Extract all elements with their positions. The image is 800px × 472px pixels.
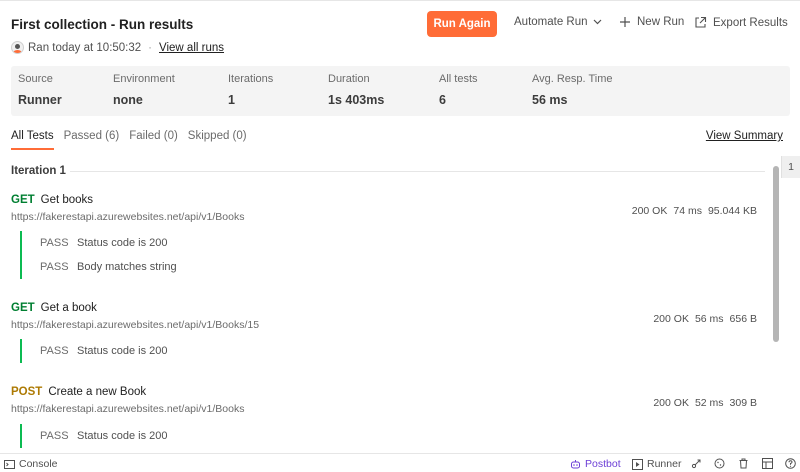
view-all-runs-link[interactable]: View all runs [159,42,224,54]
test-name: Body matches string [77,261,177,273]
iteration-divider [70,171,765,172]
method-badge: POST [11,386,43,398]
test-result-row: PASS Status code is 200 [22,339,168,363]
help-icon [785,458,796,469]
request-name: Create a new Book [48,386,147,398]
test-results: PASS Status code is 200 PASS Body matches … [20,231,177,279]
postbot-button[interactable]: Postbot [570,458,621,470]
test-results: PASS Status code is 200 [20,339,168,363]
tab-passed[interactable]: Passed (6) [64,130,120,150]
response-size: 656 B [729,313,757,325]
top-divider [0,0,800,4]
run-stats-panel: Source Runner Environment none Iterations 1… [11,66,790,116]
new-run-label: New Run [637,16,685,28]
request-name: Get books [40,194,94,206]
layout-button[interactable] [762,458,777,469]
stat-avg-resp-time: Avg. Resp. Time 56 ms [532,73,613,107]
postbot-icon [571,459,580,468]
automate-run-label: Automate Run [514,16,588,28]
runner-button[interactable]: Runner [632,458,681,470]
stat-environment: Environment none [113,73,175,107]
tab-skipped[interactable]: Skipped (0) [188,130,247,150]
request-item[interactable]: GET Get books https://fakerestapi.azurewe… [11,194,771,279]
results-scrollbar-thumb[interactable] [773,166,779,342]
cookie-icon [714,458,725,469]
response-time: 56 ms [694,313,724,325]
postbot-label: Postbot [585,458,621,470]
test-status: PASS [40,261,69,273]
chevron-down-icon [593,19,601,25]
avatar-icon [11,41,24,54]
iteration-index-badge[interactable]: 1 [781,156,800,178]
export-icon [695,16,707,28]
tab-all-tests[interactable]: All Tests [11,130,54,150]
request-item[interactable]: POST Create a new Book https://fakerestap… [11,386,771,448]
new-run-button[interactable]: New Run [619,16,684,28]
response-meta: 200 OK 74 ms 95.044 KB [626,205,757,217]
console-icon [4,459,15,469]
automate-run-button[interactable]: Automate Run [514,16,602,28]
response-status: 200 OK [653,397,689,409]
console-button[interactable]: Console [4,458,58,470]
view-summary-link[interactable]: View Summary [706,130,783,142]
iteration-heading: Iteration 1 [11,165,66,177]
console-label: Console [19,458,58,470]
run-time: Ran today at 10:50:32 [28,41,142,54]
response-size: 309 B [729,397,757,409]
test-results: PASS Status code is 200 [20,424,168,448]
stat-all-tests: All tests 6 [439,73,478,107]
test-name: Status code is 200 [77,345,168,357]
response-status: 200 OK [653,313,689,325]
capture-icon [691,459,701,469]
separator: · [148,41,153,54]
layout-icon [762,458,773,469]
runner-label: Runner [647,458,682,470]
method-badge: GET [11,302,35,314]
response-time: 52 ms [694,397,724,409]
stat-source: Source Runner [18,73,62,107]
help-button[interactable] [785,458,800,469]
export-results-label: Export Results [713,16,788,29]
capture-button[interactable] [691,458,706,469]
test-status: PASS [40,237,69,249]
request-name: Get a book [40,302,97,314]
tab-failed[interactable]: Failed (0) [129,130,178,150]
plus-icon [620,17,630,27]
response-size: 95.044 KB [707,205,757,217]
test-result-row: PASS Status code is 200 [22,231,177,255]
page-title: First collection - Run results [11,17,194,32]
method-badge: GET [11,194,35,206]
export-results-button[interactable]: Export Results [694,16,788,29]
response-status: 200 OK [631,205,668,217]
test-name: Status code is 200 [77,237,168,249]
trash-button[interactable] [738,458,753,469]
response-meta: 200 OK 56 ms 656 B [647,313,757,325]
response-meta: 200 OK 52 ms 309 B [647,397,757,409]
trash-icon [739,458,748,469]
cookies-button[interactable] [714,458,729,469]
request-item[interactable]: GET Get a book https://fakerestapi.azurew… [11,302,771,363]
runner-icon [632,458,643,470]
test-name: Status code is 200 [77,430,168,442]
test-filter-tabs: All Tests Passed (6) Failed (0) Skipped … [11,130,257,150]
test-status: PASS [40,430,69,442]
status-bar: Console Postbot Runner [0,453,800,472]
test-result-row: PASS Body matches string [22,255,177,279]
response-time: 74 ms [673,205,702,217]
stat-duration: Duration 1s 403ms [328,73,385,107]
run-again-button[interactable]: Run Again [427,11,497,37]
test-status: PASS [40,345,69,357]
run-info: Ran today at 10:50:32 · View all runs [11,41,224,54]
test-result-row: PASS Status code is 200 [22,424,168,448]
stat-iterations: Iterations 1 [228,73,274,107]
